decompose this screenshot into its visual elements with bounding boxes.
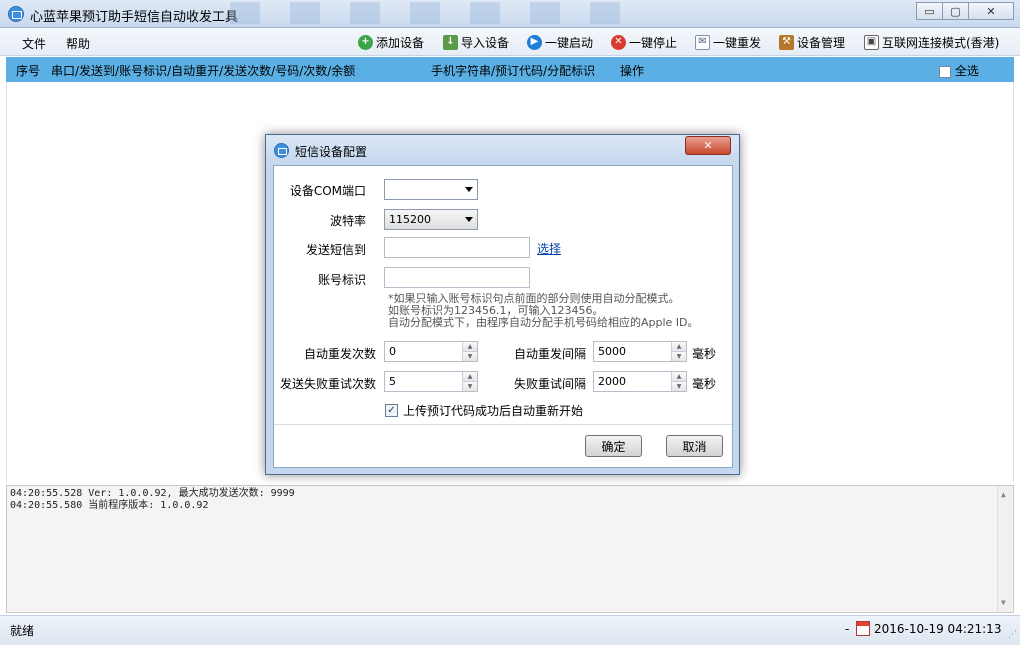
- title-bar: 心蓝苹果预订助手短信自动收发工具 ▭ ▢ ✕: [0, 0, 1020, 28]
- close-button[interactable]: ✕: [968, 2, 1014, 20]
- step-up-icon[interactable]: ▲: [463, 342, 477, 351]
- dialog-title: 短信设备配置: [295, 145, 368, 159]
- select-link[interactable]: 选择: [537, 240, 561, 257]
- calendar-icon: [856, 621, 870, 636]
- baud-rate-value: 115200: [389, 213, 431, 226]
- fail-retry-interval-label: 失败重试间隔: [513, 377, 586, 391]
- envelope-icon: ✉: [695, 34, 710, 50]
- step-up-icon[interactable]: ▲: [672, 372, 686, 381]
- minimize-button[interactable]: ▭: [916, 2, 943, 20]
- baud-rate-label: 波特率: [329, 214, 366, 228]
- col-index: 序号: [16, 64, 41, 78]
- log-scrollbar[interactable]: ▲ ▼: [997, 486, 1013, 612]
- fail-retry-interval-value: 2000: [598, 375, 626, 388]
- network-icon: ▣: [864, 34, 879, 50]
- internet-mode-label: 互联网连接模式(香港): [882, 35, 1000, 50]
- status-datetime: 2016-10-19 04:21:13: [874, 622, 1002, 636]
- add-device-label: 添加设备: [376, 35, 425, 50]
- step-up-icon[interactable]: ▲: [463, 372, 477, 381]
- auto-resend-count-stepper[interactable]: 0 ▲ ▼: [384, 341, 478, 362]
- import-device-label: 导入设备: [461, 35, 510, 50]
- fail-retry-interval-stepper[interactable]: 2000 ▲ ▼: [593, 371, 687, 392]
- step-down-icon[interactable]: ▼: [463, 351, 477, 361]
- chevron-down-icon: [465, 217, 473, 222]
- auto-resend-interval-stepper[interactable]: 5000 ▲ ▼: [593, 341, 687, 362]
- resend-all-button[interactable]: ✉ 一键重发: [695, 33, 761, 51]
- scroll-up-icon[interactable]: ▲: [1001, 489, 1006, 501]
- col-phone-info: 手机字符串/预订代码/分配标识: [431, 64, 596, 78]
- status-separator: -: [845, 622, 850, 636]
- add-device-button[interactable]: + 添加设备: [358, 33, 424, 51]
- background-window-strip: [230, 2, 650, 24]
- start-all-button[interactable]: ▶ 一键启动: [527, 33, 593, 51]
- stop-all-button[interactable]: ✕ 一键停止: [611, 33, 677, 51]
- hammer-icon: ⚒: [779, 34, 794, 50]
- fail-retry-count-label: 发送失败重试次数: [279, 377, 376, 391]
- resize-grip-icon[interactable]: ⋰: [1008, 630, 1017, 640]
- dialog-title-bar: 短信设备配置 ✕: [266, 135, 739, 165]
- select-all-checkbox[interactable]: 全选: [939, 62, 979, 79]
- internet-mode-button[interactable]: ▣ 互联网连接模式(香港): [864, 33, 999, 51]
- sms-device-config-dialog: 短信设备配置 ✕ 设备COM端口 波特率 115200 发送短信到 选择 账号标…: [265, 134, 740, 475]
- col-port-info: 串口/发送到/账号标识/自动重开/发送次数/号码/次数/余额: [51, 64, 356, 78]
- send-to-input[interactable]: [384, 237, 530, 258]
- auto-resend-interval-value: 5000: [598, 345, 626, 358]
- import-device-button[interactable]: ↓ 导入设备: [443, 33, 509, 51]
- step-up-icon[interactable]: ▲: [672, 342, 686, 351]
- ms-unit-label: 毫秒: [692, 377, 717, 391]
- status-text: 就绪: [10, 624, 35, 638]
- add-icon: +: [358, 34, 373, 50]
- com-port-select[interactable]: [384, 179, 478, 200]
- start-all-label: 一键启动: [545, 35, 594, 50]
- stop-icon: ✕: [611, 34, 626, 50]
- list-header: 序号 串口/发送到/账号标识/自动重开/发送次数/号码/次数/余额 手机字符串/…: [6, 57, 1014, 82]
- ok-button[interactable]: 确定: [585, 435, 642, 457]
- play-icon: ▶: [527, 34, 542, 50]
- menu-file[interactable]: 文件: [22, 35, 46, 52]
- menu-toolbar: 文件 帮助 + 添加设备 ↓ 导入设备 ▶ 一键启动 ✕ 一键停止 ✉ 一键重发…: [0, 28, 1020, 56]
- menu-help[interactable]: 帮助: [66, 35, 90, 52]
- window-controls: ▭ ▢ ✕: [916, 2, 1014, 20]
- fail-retry-count-value: 5: [389, 375, 396, 388]
- auto-restart-label: 上传预订代码成功后自动重新开始: [403, 404, 584, 418]
- hint-line: 自动分配模式下，由程序自动分配手机号码给相应的Apple ID。: [388, 316, 699, 329]
- dialog-icon: [274, 143, 289, 158]
- step-down-icon[interactable]: ▼: [672, 381, 686, 391]
- baud-rate-select[interactable]: 115200: [384, 209, 478, 230]
- col-action: 操作: [620, 64, 645, 78]
- com-port-label: 设备COM端口: [289, 184, 366, 198]
- account-id-input[interactable]: [384, 267, 530, 288]
- step-down-icon[interactable]: ▼: [672, 351, 686, 361]
- check-icon: ✓: [385, 404, 398, 417]
- account-id-label: 账号标识: [317, 273, 366, 287]
- window-title: 心蓝苹果预订助手短信自动收发工具: [30, 10, 239, 25]
- import-icon: ↓: [443, 34, 458, 50]
- app-icon: [8, 6, 24, 22]
- dialog-close-button[interactable]: ✕: [685, 136, 731, 155]
- log-line: 04:20:55.528 Ver: 1.0.0.92, 最大成功发送次数: 99…: [10, 488, 295, 499]
- auto-resend-count-value: 0: [389, 345, 396, 358]
- cancel-button[interactable]: 取消: [666, 435, 723, 457]
- maximize-button[interactable]: ▢: [942, 2, 969, 20]
- stop-all-label: 一键停止: [629, 35, 678, 50]
- auto-restart-checkbox[interactable]: ✓ 上传预订代码成功后自动重新开始: [385, 402, 583, 419]
- dialog-body: 设备COM端口 波特率 115200 发送短信到 选择 账号标识 *如果只输入账…: [273, 165, 733, 468]
- device-manage-label: 设备管理: [797, 35, 846, 50]
- dialog-divider: [274, 424, 732, 425]
- ms-unit-label: 毫秒: [692, 347, 717, 361]
- device-manage-button[interactable]: ⚒ 设备管理: [779, 33, 845, 51]
- log-line: 04:20:55.580 当前程序版本: 1.0.0.92: [10, 500, 209, 511]
- auto-resend-count-label: 自动重发次数: [303, 347, 376, 361]
- step-down-icon[interactable]: ▼: [463, 381, 477, 391]
- fail-retry-count-stepper[interactable]: 5 ▲ ▼: [384, 371, 478, 392]
- auto-resend-interval-label: 自动重发间隔: [513, 347, 586, 361]
- checkbox-box: [939, 65, 951, 78]
- status-bar: 就绪 - 2016-10-19 04:21:13 ⋰: [0, 615, 1020, 645]
- send-to-label: 发送短信到: [305, 243, 366, 257]
- log-output[interactable]: 04:20:55.528 Ver: 1.0.0.92, 最大成功发送次数: 99…: [6, 485, 1014, 613]
- chevron-down-icon: [465, 187, 473, 192]
- select-all-label: 全选: [954, 64, 979, 78]
- resend-all-label: 一键重发: [713, 35, 762, 50]
- scroll-down-icon[interactable]: ▼: [1001, 597, 1006, 609]
